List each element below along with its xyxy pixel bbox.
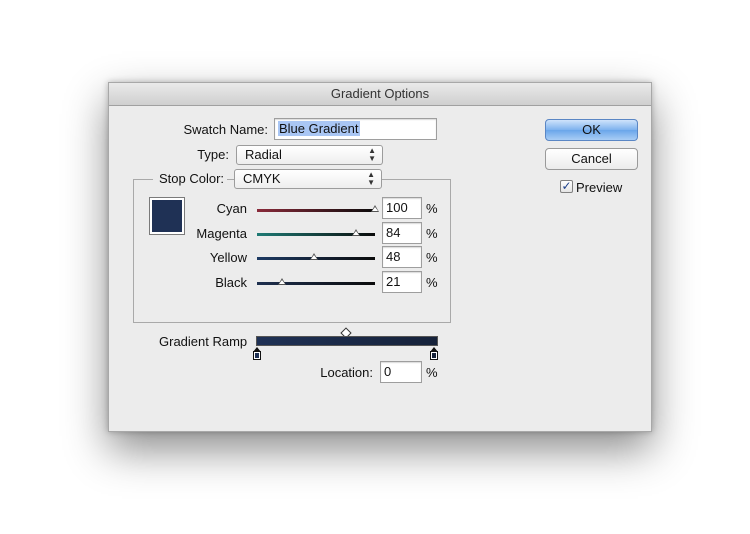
gradient-ramp-bar[interactable] (256, 336, 438, 346)
cyan-unit: % (426, 201, 438, 216)
preview-checkbox[interactable]: ✓ (560, 180, 573, 193)
cyan-slider-thumb[interactable] (371, 205, 379, 212)
black-slider-track[interactable] (257, 282, 375, 285)
stop-color-select[interactable]: CMYK ▲ ▼ (234, 169, 382, 189)
swatch-name-label: Swatch Name: (183, 122, 268, 137)
yellow-value-field[interactable]: 48 (382, 246, 422, 268)
yellow-label: Yellow (209, 250, 247, 265)
stop-color-label: Stop Color: (153, 171, 228, 186)
cancel-button[interactable]: Cancel (545, 148, 638, 170)
checkmark-icon: ✓ (561, 179, 572, 193)
color-stop-start[interactable] (253, 347, 261, 360)
location-label: Location: (320, 365, 373, 380)
cyan-value-field[interactable]: 100 (382, 197, 422, 219)
type-select[interactable]: Radial ▲ ▼ (236, 145, 383, 165)
swatch-name-value: Blue Gradient (278, 121, 360, 136)
black-label: Black (215, 275, 247, 290)
preview-label[interactable]: Preview (576, 180, 622, 195)
color-stop-end[interactable] (430, 347, 438, 360)
cyan-slider-track[interactable] (257, 209, 375, 212)
yellow-slider-thumb[interactable] (309, 253, 318, 260)
black-slider-thumb[interactable] (277, 278, 286, 285)
black-value-field[interactable]: 21 (382, 271, 422, 293)
black-unit: % (426, 275, 438, 290)
color-stop-start-fill (255, 353, 259, 358)
magenta-unit: % (426, 226, 438, 241)
type-value: Radial (245, 147, 282, 162)
magenta-slider-thumb[interactable] (352, 229, 361, 236)
yellow-unit: % (426, 250, 438, 265)
dialog-title: Gradient Options (109, 83, 651, 106)
gradient-options-dialog: Gradient Options Swatch Name: Blue Gradi… (108, 82, 652, 432)
stop-color-swatch (149, 197, 185, 235)
cyan-label: Cyan (216, 201, 247, 216)
stop-color-value: CMYK (243, 171, 281, 186)
swatch-name-input[interactable]: Blue Gradient (274, 118, 437, 140)
gradient-ramp-label: Gradient Ramp (159, 334, 248, 349)
popup-arrows-icon: ▲ ▼ (367, 170, 375, 187)
color-stop-end-fill (432, 353, 436, 358)
magenta-value-field[interactable]: 84 (382, 222, 422, 244)
popup-arrows-icon: ▲ ▼ (368, 146, 376, 163)
ok-button[interactable]: OK (545, 119, 638, 141)
type-label: Type: (197, 147, 229, 162)
location-field[interactable]: 0 (380, 361, 422, 383)
magenta-label: Magenta (196, 226, 247, 241)
location-unit: % (426, 365, 438, 380)
